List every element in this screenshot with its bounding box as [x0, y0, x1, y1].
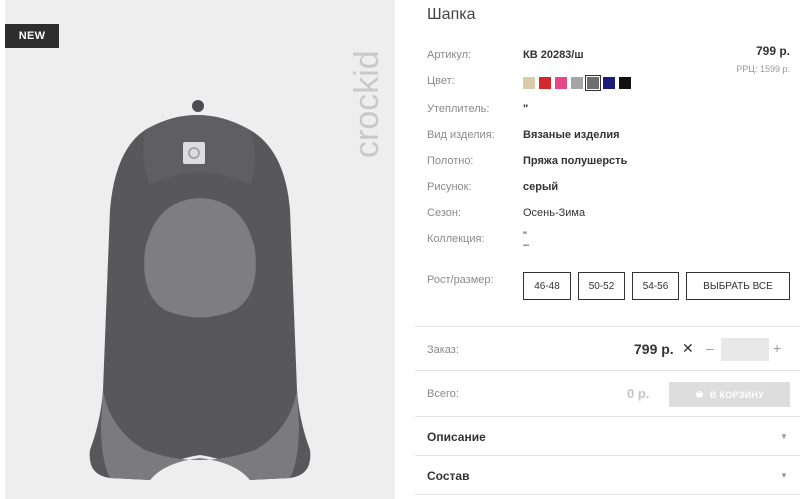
color-swatch[interactable]: [619, 77, 631, 89]
chevron-down-icon[interactable]: ▼: [780, 471, 788, 480]
chevron-down-icon[interactable]: ▼: [780, 432, 788, 441]
select-all-sizes-button[interactable]: ВЫБРАТЬ ВСЕ: [686, 272, 790, 300]
accordion-composition[interactable]: Состав: [427, 469, 469, 483]
accordion-description[interactable]: Описание: [427, 430, 486, 444]
increase-quantity-button[interactable]: +: [773, 340, 781, 356]
product-rrp: РРЦ: 1599 р.: [736, 64, 790, 74]
attr-season-value: Осень-Зима: [523, 207, 586, 219]
divider: [415, 455, 800, 456]
quantity-input[interactable]: [721, 338, 769, 361]
attr-article-value: КВ 20283/ш: [523, 49, 584, 61]
attr-pattern-value: серый: [523, 181, 559, 193]
attr-article-label: Артикул:: [427, 49, 472, 61]
divider: [415, 326, 800, 327]
product-title: Шапка: [427, 6, 476, 23]
product-price: 799 р.: [755, 44, 790, 58]
size-button-50-52[interactable]: 50-52: [578, 272, 625, 300]
attr-size-label: Рост/размер:: [427, 274, 494, 286]
add-to-cart-button[interactable]: В КОРЗИНУ: [669, 382, 790, 407]
times-icon: ✕: [682, 340, 694, 356]
total-price: 0 р.: [627, 386, 650, 401]
attr-pattern-label: Рисунок:: [427, 181, 472, 193]
attr-season-label: Сезон:: [427, 207, 461, 219]
decrease-quantity-button[interactable]: –: [706, 340, 714, 356]
attr-fabric-label: Полотно:: [427, 155, 474, 167]
attr-fabric-value: Пряжа полушерсть: [523, 155, 628, 167]
product-image[interactable]: NEW crockid: [5, 0, 395, 499]
order-label: Заказ:: [427, 344, 459, 356]
balaclava-hat-image: [89, 100, 311, 480]
color-swatch[interactable]: [523, 77, 535, 89]
divider: [415, 416, 800, 417]
divider: [415, 370, 800, 371]
color-swatch[interactable]: [571, 77, 583, 89]
order-price: 799 р.: [634, 341, 674, 357]
attr-type-label: Вид изделия:: [427, 129, 495, 141]
new-badge: NEW: [5, 24, 59, 48]
color-swatches: [523, 75, 631, 91]
attr-insulation-label: Утеплитель:: [427, 103, 490, 115]
add-to-cart-label: В КОРЗИНУ: [709, 389, 765, 400]
size-button-54-56[interactable]: 54-56: [632, 272, 679, 300]
svg-text:crockid: crockid: [348, 50, 386, 158]
attr-color-label: Цвет:: [427, 75, 455, 87]
attr-collection-label: Коллекция:: [427, 233, 485, 245]
total-label: Всего:: [427, 388, 459, 400]
color-swatch[interactable]: [603, 77, 615, 89]
attr-insulation-value: ": [523, 103, 529, 115]
color-swatch-selected[interactable]: [585, 75, 601, 91]
cart-icon: [695, 390, 703, 398]
color-swatch[interactable]: [539, 77, 551, 89]
attr-type-value: Вязаные изделия: [523, 129, 620, 141]
brand-logo: crockid: [348, 50, 386, 158]
color-swatch[interactable]: [555, 77, 567, 89]
attr-collection-extra: –: [523, 239, 530, 251]
size-button-46-48[interactable]: 46-48: [523, 272, 571, 300]
divider: [415, 494, 800, 495]
